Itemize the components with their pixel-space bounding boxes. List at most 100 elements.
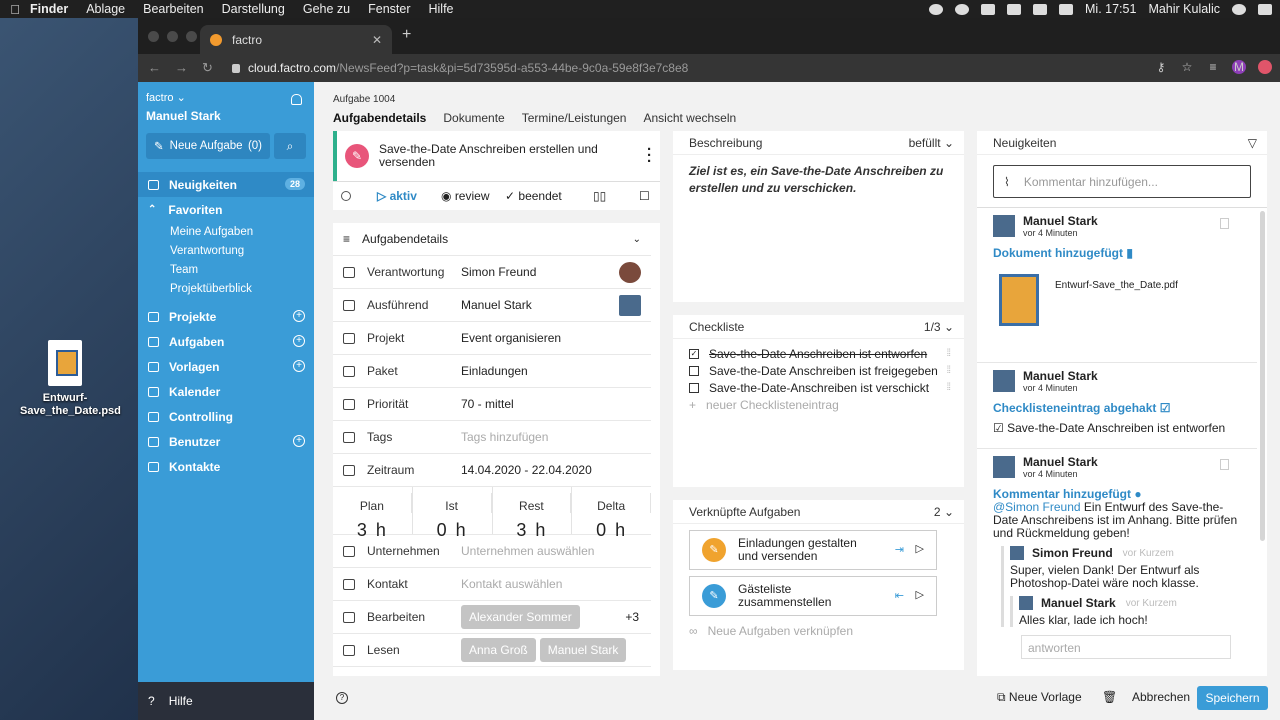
clock[interactable]: Mi. 17:51 (1085, 2, 1136, 16)
checkbox[interactable] (689, 365, 699, 376)
contact-select[interactable]: Kontakt auswählen (461, 577, 562, 591)
sidebar-item-favoriten[interactable]: ⌃ Favoriten (138, 197, 314, 222)
reading-list-icon[interactable]: ≡ (1206, 60, 1220, 74)
menubar-user[interactable]: Mahir Kulalic (1148, 2, 1220, 16)
more-users-count[interactable]: +3 (625, 610, 639, 624)
description-text[interactable]: Ziel ist es, ein Save-the-Date Anschreib… (673, 155, 964, 205)
reload-icon[interactable]: ↻ (202, 60, 213, 76)
field-ausfuehrend[interactable]: Ausführend Manuel Stark (333, 289, 651, 322)
chevron-down-icon[interactable]: ⌄ (633, 234, 641, 245)
close-window-button[interactable] (148, 31, 159, 42)
sidebar-item-controlling[interactable]: Controlling (138, 404, 314, 429)
bookmark-star-icon[interactable]: ☆ (1180, 60, 1194, 74)
status-review[interactable]: ◉ review (441, 189, 490, 203)
key-icon[interactable]: ⚷ (1154, 60, 1168, 74)
field-projekt[interactable]: Projekt Event organisieren (333, 322, 651, 355)
spotlight-icon[interactable] (1232, 3, 1246, 15)
field-verantwortung[interactable]: Verantwortung Simon Freund (333, 256, 651, 289)
checklist-item[interactable]: ✓ Save-the-Date Anschreiben ist entworfen… (673, 345, 964, 362)
linked-task[interactable]: ✎ Gästeliste zusammenstellen ⇤ ▷ (689, 576, 937, 616)
menu-bearbeiten[interactable]: Bearbeiten (143, 2, 203, 16)
add-template-icon[interactable]: + (293, 360, 305, 372)
sidebar-item-kalender[interactable]: Kalender (138, 379, 314, 404)
checkbox[interactable] (689, 382, 699, 393)
sidebar-item-benutzer[interactable]: Benutzer + (138, 429, 314, 454)
checklist-item[interactable]: Save-the-Date-Anschreiben ist verschickt… (673, 379, 964, 396)
save-button[interactable]: Speichern (1197, 686, 1268, 710)
entry-user[interactable]: Manuel Stark (1023, 369, 1098, 383)
control-center-icon[interactable] (1258, 3, 1272, 15)
sidebar-item-neuigkeiten[interactable]: Neuigkeiten 28 (138, 172, 314, 197)
field-paket[interactable]: Paket Einladungen (333, 355, 651, 388)
field-prioritaet[interactable]: Priorität 70 - mittel (333, 388, 651, 421)
tab-dokumente[interactable]: Dokumente (443, 111, 504, 125)
profile-avatar[interactable]: M (1232, 60, 1246, 74)
maximize-window-button[interactable] (186, 31, 197, 42)
creative-cloud-icon[interactable] (955, 3, 970, 15)
field-kontakt[interactable]: Kontakt Kontakt auswählen (333, 568, 651, 601)
user-chip[interactable]: Anna Groß (461, 638, 536, 662)
filter-icon[interactable]: ▽ (1248, 136, 1257, 150)
apple-icon[interactable]:  (0, 2, 30, 17)
scrollbar[interactable] (1260, 211, 1265, 541)
new-task-button[interactable]: ✎ Neue Aufgabe (0) (146, 133, 270, 159)
reply-user[interactable]: Simon Freund (1032, 546, 1113, 560)
favorite-projektueberblick[interactable]: Projektüberblick (138, 279, 314, 298)
checklist-count-dropdown[interactable]: 1/3 ⌄ (924, 320, 954, 334)
tab-ansicht-wechseln[interactable]: Ansicht wechseln (643, 111, 736, 125)
reply-input[interactable]: antworten (1021, 635, 1231, 659)
tags-input[interactable]: Tags hinzufügen (461, 430, 548, 444)
close-tab-icon[interactable]: ✕ (372, 33, 382, 47)
company-select[interactable]: Unternehmen auswählen (461, 544, 594, 558)
comment-input[interactable]: ⌇ Kommentar hinzufügen... (993, 165, 1251, 198)
volume-icon[interactable] (1033, 3, 1048, 15)
details-header[interactable]: ≡ Aufgabendetails ⌄ (333, 223, 651, 256)
attachment[interactable]: Entwurf-Save_the_Date.pdf (993, 274, 1241, 326)
menu-ablage[interactable]: Ablage (86, 2, 125, 16)
drag-handle-icon[interactable]: ⁞⁞ (946, 348, 950, 359)
minimize-window-button[interactable] (167, 31, 178, 42)
sidebar-item-aufgaben[interactable]: Aufgaben + (138, 329, 314, 354)
link-new-task[interactable]: ∞ Neue Aufgaben verknüpfen (673, 616, 964, 646)
linked-count-dropdown[interactable]: 2 ⌄ (934, 505, 954, 519)
new-checklist-input[interactable]: neuer Checklisteneintrag (706, 398, 839, 412)
add-project-icon[interactable]: + (293, 310, 305, 322)
menu-finder[interactable]: Finder (30, 2, 68, 16)
field-zeitraum[interactable]: Zeitraum 14.04.2020 - 22.04.2020 (333, 454, 651, 487)
add-task-icon[interactable]: + (293, 335, 305, 347)
help-link[interactable]: ? Hilfe (138, 682, 314, 720)
favorite-verantwortung[interactable]: Verantwortung (138, 241, 314, 260)
checkbox-icon[interactable]: ☐ (639, 189, 650, 203)
pause-icon[interactable]: ▯▯ (593, 189, 606, 203)
sidebar-item-projekte[interactable]: Projekte + (138, 304, 314, 329)
new-tab-icon[interactable]: + (402, 26, 411, 44)
task-title[interactable]: Save-the-Date Anschreiben erstellen und … (379, 143, 609, 169)
menu-hilfe[interactable]: Hilfe (429, 2, 454, 16)
attachment-name[interactable]: Entwurf-Save_the_Date.pdf (1055, 280, 1178, 291)
user-chip[interactable]: Manuel Stark (539, 638, 627, 662)
more-menu-icon[interactable]: · · · (647, 142, 652, 169)
forward-icon[interactable]: → (175, 60, 188, 76)
help-circle-icon[interactable]: ? (336, 692, 348, 704)
sidebar-item-vorlagen[interactable]: Vorlagen + (138, 354, 314, 379)
menu-fenster[interactable]: Fenster (368, 2, 410, 16)
url-host[interactable]: cloud.factro.com (248, 61, 336, 75)
field-tags[interactable]: Tags Tags hinzufügen (333, 421, 651, 454)
add-user-icon[interactable]: + (293, 435, 305, 447)
entry-user[interactable]: Manuel Stark (1023, 455, 1098, 469)
description-state-dropdown[interactable]: befüllt ⌄ (909, 136, 954, 150)
url-path[interactable]: /NewsFeed?p=task&pi=5d73595d-a553-44be-9… (336, 61, 688, 75)
cancel-button[interactable]: Abbrechen (1132, 690, 1190, 704)
field-bearbeiten[interactable]: Bearbeiten Alexander Sommer +3 (333, 601, 651, 634)
new-checklist-item[interactable]: + neuer Checklisteneintrag (673, 396, 964, 413)
sidebar-search-button[interactable]: ⌕ (274, 133, 306, 159)
status-done[interactable]: ✓ beendet (505, 189, 562, 203)
status-active[interactable]: ▷ aktiv (377, 189, 417, 203)
wifi-icon[interactable] (1007, 3, 1022, 15)
menu-gehe-zu[interactable]: Gehe zu (303, 2, 350, 16)
field-unternehmen[interactable]: Unternehmen Unternehmen auswählen (333, 535, 651, 568)
menu-darstellung[interactable]: Darstellung (222, 2, 285, 16)
sidebar-item-kontakte[interactable]: Kontakte (138, 454, 314, 479)
extension-icon[interactable] (1258, 60, 1272, 74)
user-chip[interactable]: Alexander Sommer (461, 605, 580, 629)
